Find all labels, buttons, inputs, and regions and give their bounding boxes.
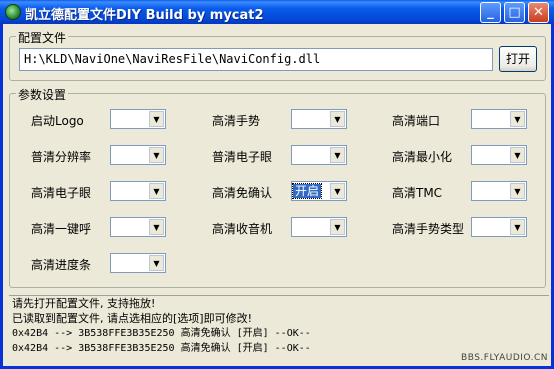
log-line: 0x42B4 --> 3B538FFE3B35E250 高清免确认 [开启] -… — [12, 328, 311, 339]
param-label-hd-no-confirm: 高清免确认 — [212, 186, 273, 200]
param-select-hd-camera[interactable]: ▼ — [110, 181, 166, 201]
app-window: 凯立德配置文件DIY Build by mycat2 _ □ ✕ 配置文件 H:… — [0, 0, 554, 369]
open-file-button[interactable]: 打开 — [499, 46, 537, 72]
chevron-down-icon[interactable]: ▼ — [149, 147, 164, 163]
param-label-hd-one-key-call: 高清一键呼 — [31, 222, 92, 236]
chevron-down-icon[interactable]: ▼ — [330, 219, 345, 235]
param-select-hd-progress-bar[interactable]: ▼ — [110, 253, 166, 273]
param-select-hd-no-confirm[interactable]: 开启 ▼ — [291, 181, 347, 201]
maximize-button[interactable]: □ — [504, 2, 525, 23]
window-title: 凯立德配置文件DIY Build by mycat2 — [25, 8, 264, 23]
watermark: BBS.FLYAUDIO.CN — [461, 353, 548, 363]
param-label-sd-resolution: 普清分辨率 — [31, 150, 92, 164]
param-select-hd-minimize[interactable]: ▼ — [471, 145, 527, 165]
param-select-hd-one-key-call[interactable]: ▼ — [110, 217, 166, 237]
title-bar[interactable]: 凯立德配置文件DIY Build by mycat2 _ □ ✕ — [0, 0, 554, 24]
log-line: 请先打开配置文件, 支持拖放! — [12, 297, 156, 310]
params-group-label: 参数设置 — [16, 86, 69, 103]
param-select-hd-tmc[interactable]: ▼ — [471, 181, 527, 201]
chevron-down-icon[interactable]: ▼ — [149, 183, 164, 199]
log-area[interactable]: 请先打开配置文件, 支持拖放! 已读取到配置文件, 请点选相应的[选项]即可修改… — [9, 295, 549, 361]
param-select-startup-logo[interactable]: ▼ — [110, 109, 166, 129]
param-select-hd-radio[interactable]: ▼ — [291, 217, 347, 237]
chevron-down-icon[interactable]: ▼ — [510, 147, 525, 163]
chevron-down-icon[interactable]: ▼ — [330, 147, 345, 163]
param-label-hd-gesture-type: 高清手势类型 — [392, 222, 465, 236]
param-label-startup-logo: 启动Logo — [31, 114, 84, 128]
param-select-sd-resolution[interactable]: ▼ — [110, 145, 166, 165]
config-path-input[interactable]: H:\KLD\NaviOne\NaviResFile\NaviConfig.dl… — [19, 48, 493, 71]
param-label-hd-radio: 高清收音机 — [212, 222, 273, 236]
param-select-hd-port[interactable]: ▼ — [471, 109, 527, 129]
param-label-hd-progress-bar: 高清进度条 — [31, 258, 92, 272]
param-select-hd-gesture[interactable]: ▼ — [291, 109, 347, 129]
app-logo-icon — [5, 4, 21, 20]
config-file-group-label: 配置文件 — [16, 29, 69, 46]
param-select-sd-camera[interactable]: ▼ — [291, 145, 347, 165]
param-label-hd-port: 高清端口 — [392, 114, 441, 128]
close-button[interactable]: ✕ — [528, 2, 549, 23]
param-label-hd-gesture: 高清手势 — [212, 114, 261, 128]
chevron-down-icon[interactable]: ▼ — [149, 219, 164, 235]
chevron-down-icon[interactable]: ▼ — [149, 255, 164, 271]
chevron-down-icon[interactable]: ▼ — [510, 111, 525, 127]
chevron-down-icon[interactable]: ▼ — [149, 111, 164, 127]
chevron-down-icon[interactable]: ▼ — [510, 183, 525, 199]
chevron-down-icon[interactable]: ▼ — [510, 219, 525, 235]
param-select-hd-gesture-type[interactable]: ▼ — [471, 217, 527, 237]
chevron-down-icon[interactable]: ▼ — [330, 111, 345, 127]
param-label-hd-tmc: 高清TMC — [392, 186, 443, 200]
param-label-hd-minimize: 高清最小化 — [392, 150, 453, 164]
param-label-sd-camera: 普清电子眼 — [212, 150, 273, 164]
minimize-button[interactable]: _ — [480, 2, 501, 23]
chevron-down-icon[interactable]: ▼ — [330, 183, 345, 199]
log-line: 已读取到配置文件, 请点选相应的[选项]即可修改! — [12, 312, 252, 325]
param-label-hd-camera: 高清电子眼 — [31, 186, 92, 200]
